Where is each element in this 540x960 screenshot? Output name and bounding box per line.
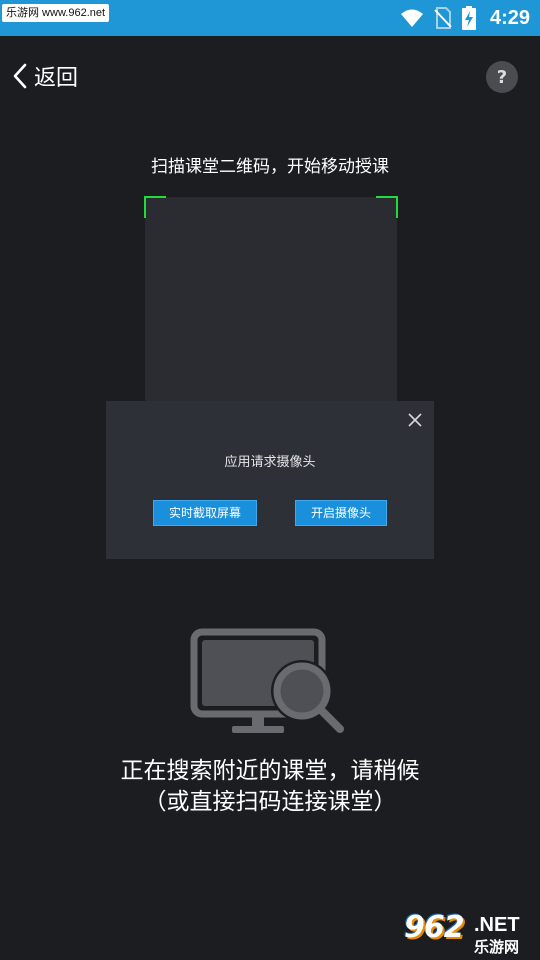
watermark-top: 乐游网 www.962.net bbox=[2, 4, 110, 22]
watermark-sub: 乐游网 bbox=[474, 938, 520, 956]
watermark-logo: 962 .NET 乐游网 bbox=[400, 908, 534, 956]
no-sim-icon bbox=[434, 7, 452, 29]
back-button[interactable]: 返回 bbox=[10, 58, 78, 94]
close-icon[interactable] bbox=[406, 411, 424, 429]
searching-message: 正在搜索附近的课堂，请稍候 （或直接扫码连接课堂） bbox=[0, 756, 540, 818]
open-camera-button[interactable]: 开启摄像头 bbox=[295, 500, 387, 526]
chevron-left-icon bbox=[13, 63, 27, 89]
scanner-corner-top-left bbox=[144, 196, 166, 218]
dialog-message: 应用请求摄像头 bbox=[224, 455, 316, 470]
question-icon: ? bbox=[496, 66, 508, 88]
wifi-icon bbox=[400, 9, 423, 27]
status-bar: 乐游网 www.962.net 4:29 bbox=[0, 0, 540, 36]
back-label: 返回 bbox=[34, 66, 79, 91]
camera-permission-dialog: 应用请求摄像头 实时截取屏幕 开启摄像头 bbox=[106, 401, 434, 559]
watermark-net: .NET bbox=[474, 914, 520, 936]
searching-line-1: 正在搜索附近的课堂，请稍候 bbox=[120, 758, 420, 784]
qr-scanner-frame bbox=[144, 196, 398, 417]
help-button[interactable]: ? bbox=[486, 61, 518, 93]
screen-capture-button[interactable]: 实时截取屏幕 bbox=[153, 500, 257, 526]
scanner-corner-top-right bbox=[376, 196, 398, 218]
watermark-number: 962 bbox=[404, 910, 465, 945]
battery-charging-icon bbox=[461, 6, 476, 30]
status-time: 4:29 bbox=[489, 6, 530, 29]
monitor-search-icon bbox=[190, 628, 344, 733]
status-icons: 4:29 bbox=[400, 0, 530, 36]
searching-line-2: （或直接扫码连接课堂） bbox=[143, 789, 397, 815]
scan-title: 扫描课堂二维码，开始移动授课 bbox=[151, 157, 389, 177]
